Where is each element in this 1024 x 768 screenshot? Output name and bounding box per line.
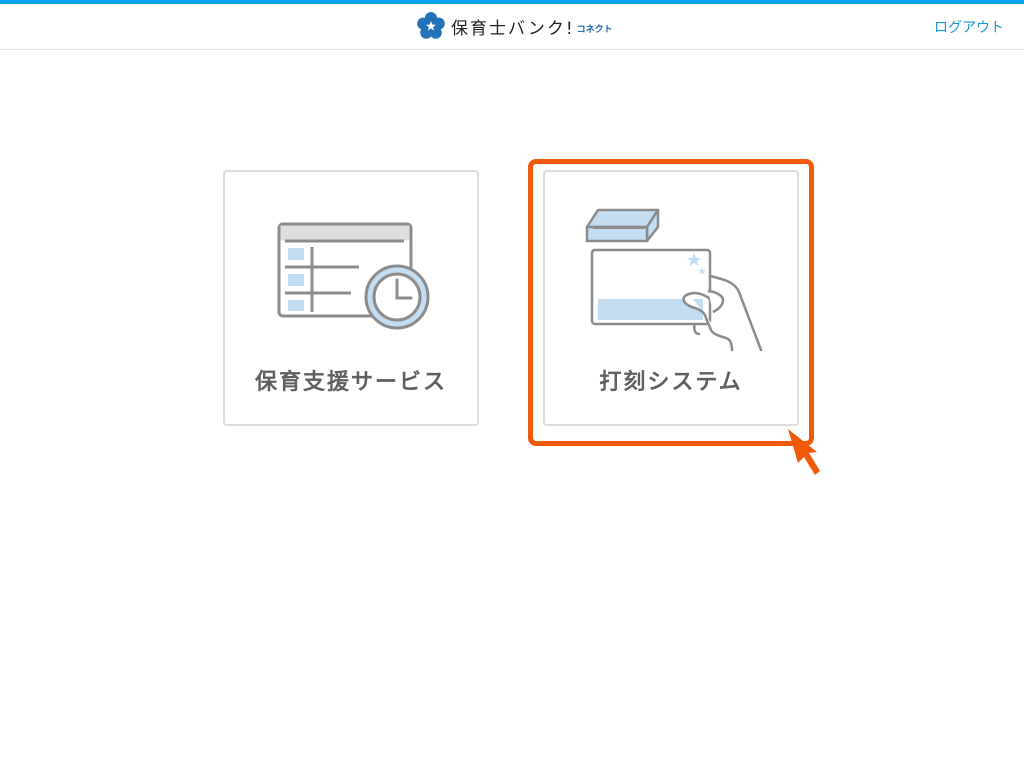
- time-clock-system-card[interactable]: 打刻システム: [543, 170, 799, 426]
- app-logo[interactable]: 保育士バンク! コネクト: [416, 11, 613, 41]
- sakura-logo-icon: [417, 12, 445, 39]
- time-clock-system-label: 打刻システム: [599, 370, 743, 395]
- logo-subtitle: コネクト: [576, 25, 613, 35]
- childcare-support-service-card[interactable]: 保育支援サービス: [223, 170, 479, 426]
- card-reader-hand-icon: [585, 208, 763, 352]
- childcare-support-service-label: 保育支援サービス: [254, 370, 447, 395]
- schedule-table-clock-icon: [277, 222, 430, 330]
- logout-link[interactable]: ログアウト: [934, 17, 1004, 37]
- logo-title: 保育士バンク!: [451, 18, 575, 39]
- app-header: 保育士バンク! コネクト ログアウト: [0, 4, 1024, 50]
- arrow-pointer-icon: [788, 429, 820, 475]
